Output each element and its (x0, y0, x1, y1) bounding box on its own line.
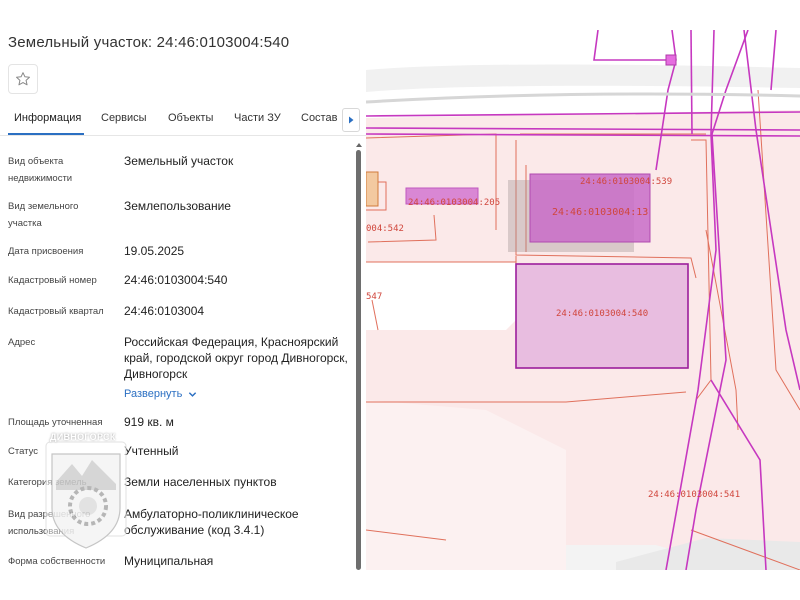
label-cadastral-quarter: Кадастровый квартал (8, 306, 104, 317)
value-area: 919 кв. м (124, 415, 174, 429)
value-address: Российская Федерация, Красноярский край,… (124, 335, 348, 381)
value-ownership: Муниципальная (124, 554, 214, 568)
parcel-label-547[interactable]: 547 (366, 292, 382, 302)
scroll-up-arrow-icon[interactable] (356, 142, 362, 148)
label-object-type: Вид объекта недвижимости (8, 156, 73, 184)
tab-services[interactable]: Сервисы (101, 112, 147, 124)
parcel-label-541[interactable]: 24:46:0103004:541 (648, 490, 740, 500)
value-assignment-date: 19.05.2025 (124, 244, 185, 258)
parcel-label-13[interactable]: 24:46:0103004:13 (552, 207, 648, 218)
label-assignment-date: Дата присвоения (8, 246, 84, 257)
cadastral-map[interactable]: 24:46:0103004:539 24:46:0103004:205 24:4… (366, 30, 800, 570)
value-status: Учтенный (124, 444, 179, 458)
label-land-type: Вид земельного участка (8, 201, 79, 229)
tab-info[interactable]: Информация (14, 112, 81, 124)
label-area: Площадь уточненная (8, 417, 103, 428)
tab-composition[interactable]: Состав (301, 112, 337, 124)
value-land-category: Земли населенных пунктов (124, 475, 277, 489)
label-address: Адрес (8, 337, 36, 348)
parcel-label-542[interactable]: 004:542 (366, 224, 404, 234)
scrollbar-thumb[interactable] (356, 150, 361, 570)
city-emblem-watermark (45, 441, 127, 549)
info-panel: Земельный участок: 24:46:0103004:540 Инф… (0, 0, 366, 600)
label-ownership: Форма собственности (8, 556, 106, 567)
tab-bar: Информация Сервисы Объекты Части ЗУ Сост… (0, 106, 366, 136)
tab-objects[interactable]: Объекты (168, 112, 213, 124)
expand-address-link[interactable]: Развернуть (124, 386, 197, 402)
value-land-type: Землепользование (124, 199, 231, 213)
emblem-caption: ДИВНОГОРСК (50, 432, 116, 442)
address-expand: Развернуть (124, 385, 349, 402)
star-icon (16, 72, 30, 86)
tab-parts[interactable]: Части ЗУ (234, 112, 281, 124)
chevron-down-icon (189, 391, 197, 397)
expand-label: Развернуть (124, 388, 183, 400)
value-cadastral-number: 24:46:0103004:540 (124, 273, 228, 287)
page-title: Земельный участок: 24:46:0103004:540 (8, 34, 290, 51)
parcel-label-205[interactable]: 24:46:0103004:205 (408, 198, 500, 208)
map-canvas (366, 30, 800, 570)
favorite-button[interactable] (8, 64, 38, 94)
tabs-scroll-right-button[interactable] (342, 108, 360, 132)
parcel-label-540[interactable]: 24:46:0103004:540 (556, 309, 648, 319)
caret-right-icon (349, 116, 354, 124)
value-cadastral-quarter: 24:46:0103004 (124, 304, 205, 318)
value-object-type: Земельный участок (124, 154, 234, 168)
label-cadastral-number: Кадастровый номер (8, 275, 97, 286)
active-tab-indicator (8, 133, 84, 135)
value-permitted-use: Амбулаторно-поликлиническое обслуживание… (124, 507, 299, 537)
parcel-label-539[interactable]: 24:46:0103004:539 (580, 177, 672, 187)
